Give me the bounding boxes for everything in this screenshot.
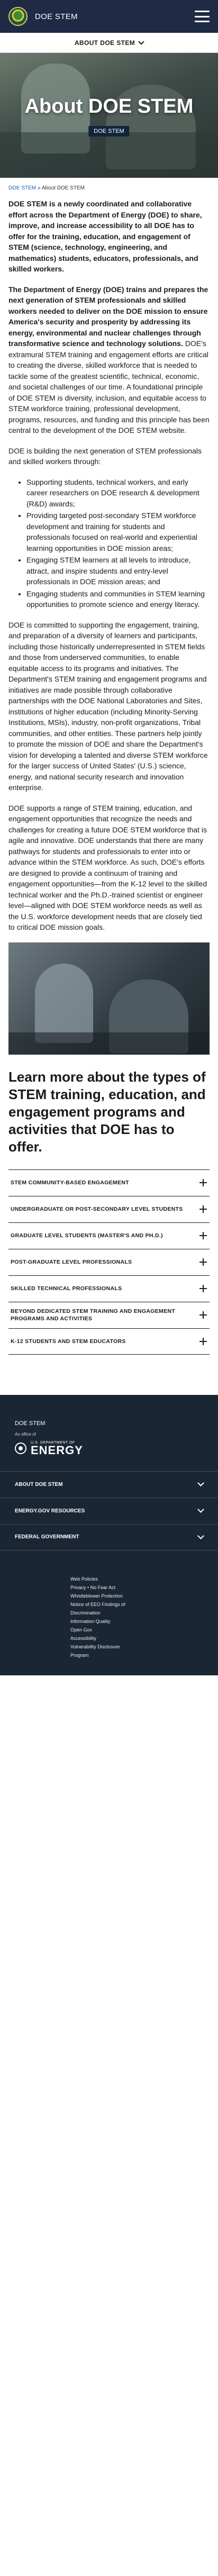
footer-link[interactable]: Whistleblower Protection [70, 1592, 218, 1600]
breadcrumb-current: About DOE STEM [41, 185, 85, 191]
footer-link[interactable]: Vulnerability Disclosure [70, 1643, 218, 1651]
footer-link[interactable]: Privacy • No Fear Act [70, 1583, 218, 1592]
breadcrumb-home-link[interactable]: DOE STEM [8, 185, 36, 191]
hamburger-line [195, 21, 210, 22]
chevron-down-icon [197, 1506, 204, 1513]
list-item: Supporting students, technical workers, … [26, 477, 210, 510]
plus-icon[interactable] [199, 1231, 207, 1240]
mission-paragraph: The Department of Energy (DOE) trains an… [8, 284, 210, 436]
site-header: DOE STEM [0, 0, 218, 33]
footer-section-label: ABOUT DOE STEM [15, 1481, 63, 1487]
plus-icon[interactable] [199, 1178, 207, 1187]
footer-section-resources[interactable]: ENERGY.GOV RESOURCES [0, 1497, 218, 1524]
mission-lead: The Department of Energy (DOE) trains an… [8, 285, 208, 348]
footer-link[interactable]: Program [70, 1651, 218, 1659]
breadcrumb-separator: » [36, 185, 42, 191]
page-title: About DOE STEM [24, 95, 194, 117]
accordion-item[interactable]: POST-GRADUATE LEVEL PROFESSIONALS [8, 1248, 210, 1275]
footer-section-label: FEDERAL GOVERNMENT [15, 1534, 79, 1540]
subnav-label: ABOUT DOE STEM [74, 39, 135, 47]
footer-site-name[interactable]: DOE STEM [0, 1420, 218, 1427]
hamburger-line [195, 15, 210, 17]
footer-link[interactable]: Discrimination [70, 1609, 218, 1617]
intro-paragraph: DOE STEM is a newly coordinated and coll… [8, 199, 202, 273]
footer-links: Web Policies Privacy • No Fear Act Whist… [0, 1550, 218, 1659]
accordion-item[interactable]: GRADUATE LEVEL STUDENTS (MASTER'S AND PH… [8, 1222, 210, 1249]
hero-photo-shadow [0, 132, 218, 178]
footer-link[interactable]: Web Policies [70, 1575, 218, 1583]
list-item: Engaging STEM learners at all levels to … [26, 555, 210, 587]
footer-link[interactable]: Notice of EEO Findings of [70, 1600, 218, 1609]
plus-icon[interactable] [199, 1337, 207, 1346]
footer-section-about[interactable]: ABOUT DOE STEM [0, 1471, 218, 1498]
main-content: DOE STEM is a newly coordinated and coll… [0, 194, 218, 933]
footer-office-of: An office of [15, 1431, 36, 1437]
hero-tag: DOE STEM [88, 126, 130, 137]
footer-link[interactable]: Open Gov [70, 1626, 218, 1634]
photo-figure [35, 963, 93, 1043]
accordion-label: SKILLED TECHNICAL PROFESSIONALS [11, 1285, 122, 1292]
plus-icon[interactable] [199, 1311, 207, 1319]
footer-section-federal[interactable]: FEDERAL GOVERNMENT [0, 1523, 218, 1550]
accordion-item[interactable]: SKILLED TECHNICAL PROFESSIONALS [8, 1275, 210, 1302]
building-paragraph: DOE is building the next generation of S… [8, 446, 202, 466]
hero-banner: About DOE STEM DOE STEM [0, 53, 218, 178]
learn-more-title: Learn more about the types of STEM train… [8, 1068, 206, 1155]
accordion-label: POST-GRADUATE LEVEL PROFESSIONALS [11, 1259, 132, 1265]
accordion-item[interactable]: K-12 STUDENTS AND STEM EDUCATORS [8, 1328, 210, 1355]
photo-foreground [8, 1032, 210, 1055]
accordion-label: STEM COMMUNITY-BASED ENGAGEMENT [11, 1180, 129, 1186]
section-subnav[interactable]: ABOUT DOE STEM [0, 33, 218, 53]
accordion-label: BEYOND DEDICATED STEM TRAINING AND ENGAG… [11, 1308, 176, 1322]
accordion-label: K-12 STUDENTS AND STEM EDUCATORS [11, 1338, 126, 1345]
programs-accordion: STEM COMMUNITY-BASED ENGAGEMENT UNDERGRA… [0, 1169, 218, 1355]
hamburger-line [195, 11, 210, 12]
chevron-down-icon [197, 1480, 204, 1486]
energy-logo-text: U.S. DEPARTMENT OF ENERGY [31, 1441, 83, 1456]
accordion-item[interactable]: BEYOND DEDICATED STEM TRAINING AND ENGAG… [8, 1301, 210, 1328]
footer-link[interactable]: Information Quality [70, 1617, 218, 1626]
content-photo [8, 942, 210, 1055]
footer-section-label: ENERGY.GOV RESOURCES [15, 1508, 85, 1514]
site-footer: DOE STEM An office of U.S. DEPARTMENT OF… [0, 1394, 218, 1675]
footer-link[interactable]: Accessibility [70, 1634, 218, 1643]
chevron-down-icon [197, 1532, 204, 1539]
accordion-label: GRADUATE LEVEL STUDENTS (MASTER'S AND PH… [11, 1232, 163, 1239]
plus-icon[interactable] [199, 1205, 207, 1213]
doe-seal-icon[interactable] [8, 7, 28, 26]
range-paragraph: DOE supports a range of STEM training, e… [8, 803, 207, 932]
mission-body: DOE's extramural STEM training and engag… [8, 339, 210, 434]
list-item: Providing targeted post-secondary STEM w… [26, 510, 210, 554]
hamburger-icon[interactable] [195, 11, 210, 22]
doe-energy-logo[interactable]: U.S. DEPARTMENT OF ENERGY [15, 1441, 203, 1456]
commitment-paragraph: DOE is committed to supporting the engag… [8, 620, 208, 792]
plus-icon[interactable] [199, 1284, 207, 1293]
plus-icon[interactable] [199, 1258, 207, 1266]
building-list: Supporting students, technical workers, … [26, 477, 210, 610]
list-item: Engaging students and communities in STE… [26, 588, 210, 610]
site-title[interactable]: DOE STEM [35, 12, 78, 21]
accordion-item[interactable]: STEM COMMUNITY-BASED ENGAGEMENT [8, 1169, 210, 1196]
breadcrumb: DOE STEM » About DOE STEM [0, 178, 218, 194]
accordion-label: UNDERGRADUATE OR POST-SECONDARY LEVEL ST… [11, 1206, 183, 1212]
energy-logo-big: ENERGY [31, 1443, 83, 1457]
accordion-item[interactable]: UNDERGRADUATE OR POST-SECONDARY LEVEL ST… [8, 1195, 210, 1222]
energy-seal-icon [15, 1443, 26, 1454]
chevron-down-icon [138, 38, 144, 45]
